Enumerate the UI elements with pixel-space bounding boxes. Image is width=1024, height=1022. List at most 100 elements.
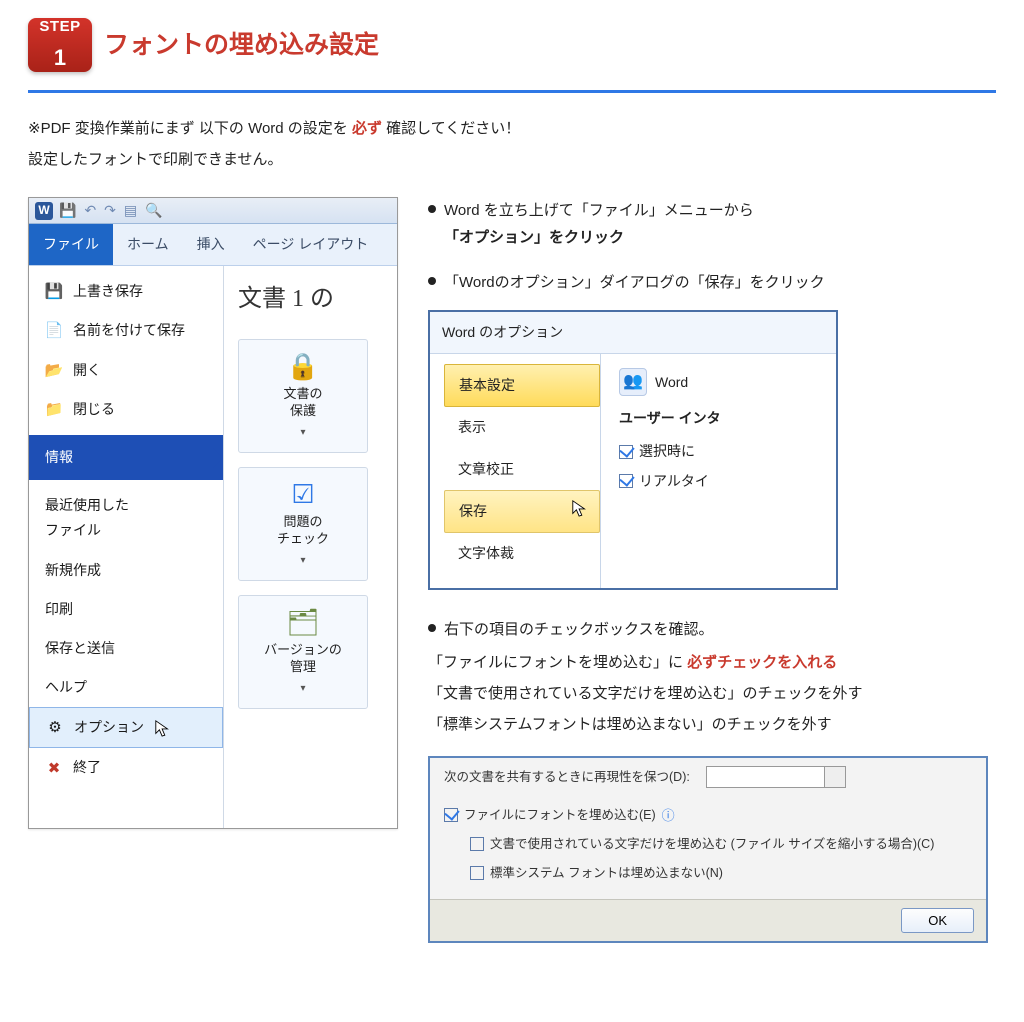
embed-check-1-label: ファイルにフォントを埋め込む(E) [464, 804, 656, 827]
checkbox-icon [444, 808, 458, 822]
options-icon: ⚙ [46, 719, 64, 737]
file-item-print[interactable]: 印刷 [29, 590, 223, 629]
intro-line-1: ※PDF 変換作業前にまず 以下の Word の設定を 必ず 確認してください！ [28, 115, 996, 142]
intro-line-2: 設定したフォントで印刷できません。 [28, 146, 996, 173]
file-item-label: 最近使用した ファイル [45, 493, 129, 543]
ribbon-tabs: ファイル ホーム 挿入 ページ レイアウト [29, 224, 397, 266]
bullet-3-text: 右下の項目のチェックボックスを確認。 [444, 616, 714, 643]
save-icon[interactable]: 💾 [59, 198, 76, 223]
options-cat-save[interactable]: 保存 [444, 490, 600, 533]
file-item-help[interactable]: ヘルプ [29, 668, 223, 707]
dropdown-icon: ▾ [300, 424, 305, 442]
file-item-label: 名前を付けて保存 [73, 318, 185, 343]
cursor-icon [154, 719, 172, 737]
checkbox-icon [470, 837, 484, 851]
options-icon-row: 👥 Word [619, 368, 828, 396]
document-combo[interactable] [706, 766, 846, 788]
embed-check-3[interactable]: 標準システム フォントは埋め込まない(N) [470, 859, 972, 888]
file-item-save[interactable]: 💾 上書き保存 [29, 272, 223, 311]
file-item-open[interactable]: 📂 開く [29, 351, 223, 390]
saveas-icon: 📄 [45, 322, 63, 340]
tab-file[interactable]: ファイル [29, 224, 113, 265]
embed-check-3-label: 標準システム フォントは埋め込まない(N) [490, 862, 723, 885]
file-item-label: 情報 [45, 445, 73, 470]
protect-document-button[interactable]: 🔒 文書の 保護 ▾ [238, 339, 368, 453]
lock-icon: 🔒 [284, 350, 322, 382]
backstage-actions: 🔒 文書の 保護 ▾ ☑ 問題の チェック ▾ 🗂 バージョンの 管理 ▾ [238, 339, 387, 708]
file-item-share[interactable]: 保存と送信 [29, 629, 223, 668]
options-cat-proof[interactable]: 文章校正 [444, 449, 600, 490]
options-cat-typo[interactable]: 文字体裁 [444, 533, 600, 574]
options-right-pane: 👥 Word ユーザー インタ 選択時に リアルタイ [600, 354, 836, 588]
ok-button[interactable]: OK [901, 908, 974, 933]
options-cat-basic[interactable]: 基本設定 [444, 364, 600, 407]
cursor-icon [571, 499, 589, 517]
word-titlebar: W 💾 ↶ ↷ ▤ 🔍 [29, 198, 397, 224]
intro-emph: 必ず [352, 120, 382, 137]
file-item-new[interactable]: 新規作成 [29, 551, 223, 590]
options-check-1-label: 選択時に [639, 439, 695, 464]
word-logo-icon: W [35, 202, 53, 220]
options-subheader: ユーザー インタ [619, 406, 828, 431]
check-para-3: 「標準システムフォントは埋め込まない」のチェックを外す [428, 711, 996, 738]
preview-icon[interactable]: 🔍 [145, 198, 162, 223]
bullet-2-text: 「Wordのオプション」ダイアログの「保存」をクリック [444, 269, 825, 296]
options-check-1[interactable]: 選択時に [619, 439, 828, 464]
intro-1a: ※PDF 変換作業前にまず 以下の Word の設定を [28, 120, 348, 137]
embed-row-header: 次の文書を共有するときに再現性を保つ(D): [430, 758, 986, 797]
file-item-info[interactable]: 情報 [29, 435, 223, 480]
file-item-recent[interactable]: 最近使用した ファイル [29, 486, 223, 550]
embed-check-1[interactable]: ファイルにフォントを埋め込む(E) ⓘ [444, 801, 972, 830]
versions-icon: 🗂 [284, 606, 322, 638]
bullet-dot-icon [428, 205, 436, 213]
redo-icon[interactable]: ↷ [104, 198, 116, 223]
button-label: 問題の チェック [277, 514, 329, 548]
right-column: Word を立ち上げて「ファイル」メニューから 「オプション」をクリック 「Wo… [428, 197, 996, 943]
check-para-1-emph: 必ずチェックを入れる [687, 654, 837, 671]
step-badge-label: STEP [39, 13, 80, 40]
file-menu: 💾 上書き保存 📄 名前を付けて保存 📂 開く 📁 閉じる 情報 [29, 266, 224, 827]
file-item-label: ヘルプ [45, 675, 87, 700]
tab-insert[interactable]: 挿入 [183, 224, 239, 265]
dialog-button-row: OK [430, 899, 986, 941]
close-folder-icon: 📁 [45, 400, 63, 418]
help-icon[interactable]: ⓘ [662, 804, 675, 827]
check-issues-button[interactable]: ☑ 問題の チェック ▾ [238, 467, 368, 581]
button-label: 文書の 保護 [283, 386, 322, 420]
options-check-2-label: リアルタイ [639, 469, 709, 494]
step-header: STEP 1 フォントの埋め込み設定 [28, 18, 996, 72]
file-item-close[interactable]: 📁 閉じる [29, 390, 223, 429]
file-right-pane: 文書 1 の 🔒 文書の 保護 ▾ ☑ 問題の チェック ▾ 🗂 バージョン [224, 266, 397, 827]
bullet-1-line-b: 「オプション」をクリック [444, 229, 624, 246]
quick-access-toolbar: 💾 ↶ ↷ ▤ 🔍 [59, 198, 163, 223]
check-para-1: 「ファイルにフォントを埋め込む」に 必ずチェックを入れる [428, 649, 996, 676]
dropdown-icon: ▾ [300, 552, 305, 570]
checkbox-icon [619, 474, 633, 488]
intro-1b: 確認してください！ [386, 120, 520, 137]
embed-check-list: ファイルにフォントを埋め込む(E) ⓘ 文書で使用されている文字だけを埋め込む … [430, 797, 986, 899]
options-dialog-title: Word のオプション [430, 312, 836, 354]
undo-icon[interactable]: ↶ [84, 198, 96, 223]
file-item-options[interactable]: ⚙ オプション [29, 707, 223, 748]
bullet-2: 「Wordのオプション」ダイアログの「保存」をクリック [428, 269, 996, 296]
file-item-exit[interactable]: ✖ 終了 [29, 748, 223, 787]
header-rule [28, 90, 996, 93]
tab-layout[interactable]: ページ レイアウト [239, 224, 383, 265]
check-para-2: 「文書で使用されている文字だけを埋め込む」のチェックを外す [428, 680, 996, 707]
embed-check-2[interactable]: 文書で使用されている文字だけを埋め込む (ファイル サイズを縮小する場合)(C) [470, 830, 972, 859]
manage-versions-button[interactable]: 🗂 バージョンの 管理 ▾ [238, 595, 368, 709]
tab-home[interactable]: ホーム [113, 224, 183, 265]
options-cat-view[interactable]: 表示 [444, 407, 600, 448]
options-check-2[interactable]: リアルタイ [619, 469, 828, 494]
word-file-menu-screenshot: W 💾 ↶ ↷ ▤ 🔍 ファイル ホーム 挿入 ページ レイアウト 💾 上書き保… [28, 197, 398, 829]
file-item-saveas[interactable]: 📄 名前を付けて保存 [29, 311, 223, 350]
file-item-label: 印刷 [45, 597, 73, 622]
word-options-screenshot: Word のオプション 基本設定 表示 文章校正 保存 文字体裁 👥 Word [428, 310, 838, 590]
embed-check-2-label: 文書で使用されている文字だけを埋め込む (ファイル サイズを縮小する場合)(C) [490, 833, 934, 856]
open-folder-icon: 📂 [45, 361, 63, 379]
exit-icon: ✖ [45, 759, 63, 777]
file-item-label: オプション [74, 715, 144, 740]
embed-header-label: 次の文書を共有するときに再現性を保つ(D): [444, 766, 690, 789]
content-row: W 💾 ↶ ↷ ▤ 🔍 ファイル ホーム 挿入 ページ レイアウト 💾 上書き保… [28, 197, 996, 943]
print-icon[interactable]: ▤ [124, 198, 137, 223]
